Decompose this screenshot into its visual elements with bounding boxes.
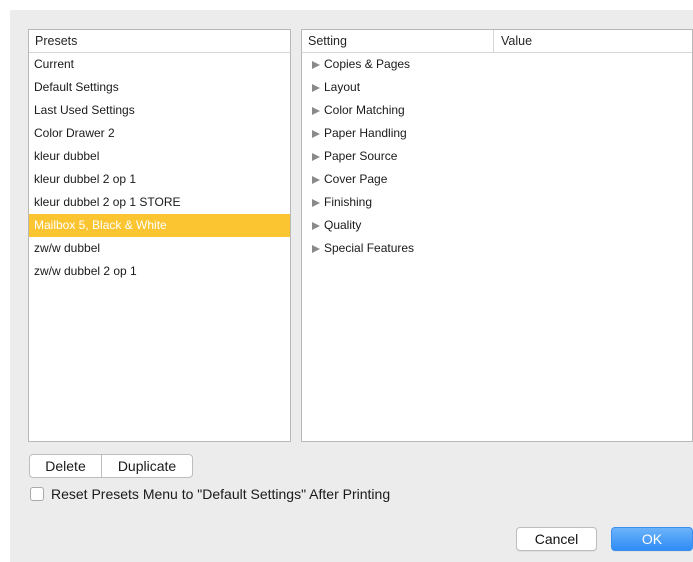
presets-list-panel: Presets Current Default Settings Last Us… bbox=[28, 29, 291, 442]
ok-button[interactable]: OK bbox=[611, 527, 693, 551]
setting-row-paper-source[interactable]: Paper Source bbox=[302, 145, 692, 168]
setting-row-quality[interactable]: Quality bbox=[302, 214, 692, 237]
setting-row-color-matching[interactable]: Color Matching bbox=[302, 99, 692, 122]
setting-row-finishing[interactable]: Finishing bbox=[302, 191, 692, 214]
setting-column-header[interactable]: Setting bbox=[302, 30, 494, 52]
reset-presets-checkbox[interactable] bbox=[30, 487, 44, 501]
preset-actions-segmented-control: Delete Duplicate bbox=[29, 454, 193, 478]
disclosure-triangle-icon[interactable] bbox=[312, 221, 320, 230]
preset-item[interactable]: kleur dubbel 2 op 1 STORE bbox=[29, 191, 290, 214]
disclosure-triangle-icon[interactable] bbox=[312, 198, 320, 207]
duplicate-button[interactable]: Duplicate bbox=[102, 455, 192, 477]
reset-presets-option: Reset Presets Menu to "Default Settings"… bbox=[30, 486, 390, 502]
preset-item[interactable]: kleur dubbel bbox=[29, 145, 290, 168]
preset-item[interactable]: Default Settings bbox=[29, 76, 290, 99]
presets-column-header[interactable]: Presets bbox=[29, 34, 77, 48]
disclosure-triangle-icon[interactable] bbox=[312, 152, 320, 161]
setting-row-copies-pages[interactable]: Copies & Pages bbox=[302, 53, 692, 76]
preset-item[interactable]: zw/w dubbel bbox=[29, 237, 290, 260]
disclosure-triangle-icon[interactable] bbox=[312, 244, 320, 253]
disclosure-triangle-icon[interactable] bbox=[312, 83, 320, 92]
setting-row-cover-page[interactable]: Cover Page bbox=[302, 168, 692, 191]
preset-item[interactable]: kleur dubbel 2 op 1 bbox=[29, 168, 290, 191]
preset-item[interactable]: Last Used Settings bbox=[29, 99, 290, 122]
disclosure-triangle-icon[interactable] bbox=[312, 106, 320, 115]
preset-item[interactable]: Current bbox=[29, 53, 290, 76]
setting-row-label: Cover Page bbox=[324, 172, 388, 186]
setting-row-label: Special Features bbox=[324, 241, 415, 255]
preset-item[interactable]: Color Drawer 2 bbox=[29, 122, 290, 145]
setting-row-label: Paper Handling bbox=[324, 126, 407, 140]
preset-item[interactable]: zw/w dubbel 2 op 1 bbox=[29, 260, 290, 283]
presets-list: Current Default Settings Last Used Setti… bbox=[29, 53, 290, 283]
settings-header: Setting Value bbox=[302, 30, 692, 53]
setting-row-label: Quality bbox=[324, 218, 362, 232]
disclosure-triangle-icon[interactable] bbox=[312, 60, 320, 69]
setting-row-label: Paper Source bbox=[324, 149, 398, 163]
settings-table-panel: Setting Value Copies & Pages Layout Colo… bbox=[301, 29, 693, 442]
setting-row-paper-handling[interactable]: Paper Handling bbox=[302, 122, 692, 145]
presets-dialog: Presets Current Default Settings Last Us… bbox=[10, 10, 693, 562]
setting-row-layout[interactable]: Layout bbox=[302, 76, 692, 99]
setting-row-special-features[interactable]: Special Features bbox=[302, 237, 692, 260]
setting-row-label: Layout bbox=[324, 80, 361, 94]
settings-rows: Copies & Pages Layout Color Matching Pap… bbox=[302, 53, 692, 260]
value-column-header[interactable]: Value bbox=[494, 34, 532, 48]
delete-button[interactable]: Delete bbox=[30, 455, 102, 477]
reset-presets-label[interactable]: Reset Presets Menu to "Default Settings"… bbox=[51, 486, 390, 502]
disclosure-triangle-icon[interactable] bbox=[312, 129, 320, 138]
cancel-button[interactable]: Cancel bbox=[516, 527, 597, 551]
disclosure-triangle-icon[interactable] bbox=[312, 175, 320, 184]
presets-header: Presets bbox=[29, 30, 290, 53]
preset-item-selected[interactable]: Mailbox 5, Black & White bbox=[29, 214, 290, 237]
setting-row-label: Finishing bbox=[324, 195, 373, 209]
setting-row-label: Copies & Pages bbox=[324, 57, 411, 71]
setting-row-label: Color Matching bbox=[324, 103, 405, 117]
